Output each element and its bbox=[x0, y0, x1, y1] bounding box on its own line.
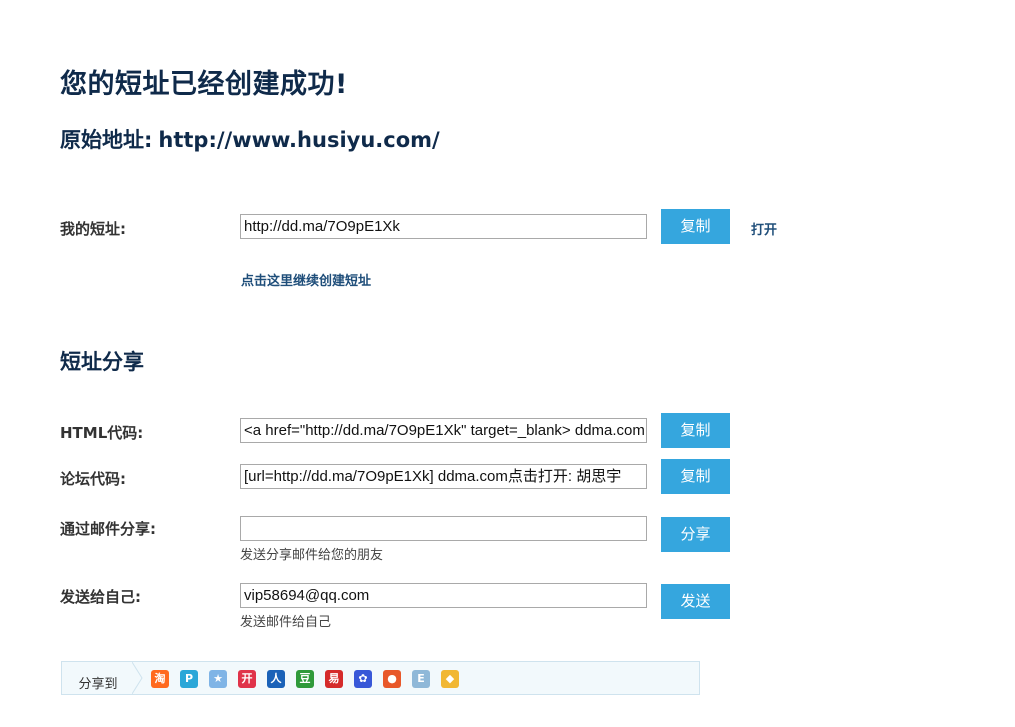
yi-icon[interactable]: 易 bbox=[325, 670, 343, 688]
qzone-icon[interactable]: P bbox=[180, 670, 198, 688]
html-code-input[interactable]: <a href="http://dd.ma/7O9pE1Xk" target=_… bbox=[240, 418, 647, 443]
share-to-label: 分享到 bbox=[78, 677, 118, 692]
open-link[interactable]: 打开 bbox=[751, 219, 777, 238]
page-title: 您的短址已经创建成功! bbox=[60, 69, 348, 100]
share-section-heading: 短址分享 bbox=[60, 350, 144, 374]
my-short-input[interactable]: http://dd.ma/7O9pE1Xk bbox=[240, 214, 647, 239]
share-email-button[interactable]: 分享 bbox=[661, 517, 730, 552]
forum-code-input[interactable]: [url=http://dd.ma/7O9pE1Xk] ddma.com点击打开… bbox=[240, 464, 647, 489]
continue-create-link[interactable]: 点击这里继续创建短址 bbox=[241, 270, 371, 289]
send-self-hint: 发送邮件给自己 bbox=[240, 615, 332, 630]
original-url: http://www.husiyu.com/ bbox=[158, 128, 440, 152]
douban-icon[interactable]: 豆 bbox=[296, 670, 314, 688]
original-address-label: 原始地址: bbox=[60, 128, 153, 152]
forum-code-label: 论坛代码: bbox=[60, 470, 126, 488]
share-icons: 淘 P ★ 开人豆易 ✿ ● E ◆ bbox=[151, 670, 470, 690]
note-icon[interactable]: E bbox=[412, 670, 430, 688]
my-short-label: 我的短址: bbox=[60, 220, 126, 238]
renren-icon[interactable]: 人 bbox=[267, 670, 285, 688]
copy-forum-button[interactable]: 复制 bbox=[661, 459, 730, 494]
send-self-label: 发送给自己: bbox=[60, 588, 141, 606]
baidu-icon[interactable]: ✿ bbox=[354, 670, 372, 688]
bookmark-icon[interactable]: ◆ bbox=[441, 670, 459, 688]
apple-fruit-icon[interactable]: ● bbox=[383, 670, 401, 688]
page: 您的短址已经创建成功! 原始地址: http://www.husiyu.com/ … bbox=[0, 0, 1015, 727]
favorite-star-icon[interactable]: ★ bbox=[209, 670, 227, 688]
send-self-input[interactable]: vip58694@qq.com bbox=[240, 583, 647, 608]
share-bar: 分享到 淘 P ★ 开人豆易 ✿ ● E ◆ bbox=[61, 661, 700, 695]
copy-short-button[interactable]: 复制 bbox=[661, 209, 730, 244]
email-share-label: 通过邮件分享: bbox=[60, 520, 156, 538]
html-code-label: HTML代码: bbox=[60, 424, 144, 442]
original-address: 原始地址: http://www.husiyu.com/ bbox=[60, 124, 440, 154]
kaixin-icon[interactable]: 开 bbox=[238, 670, 256, 688]
email-share-input[interactable] bbox=[240, 516, 647, 541]
email-share-hint: 发送分享邮件给您的朋友 bbox=[240, 548, 384, 563]
taobao-icon[interactable]: 淘 bbox=[151, 670, 169, 688]
send-self-button[interactable]: 发送 bbox=[661, 584, 730, 619]
copy-html-button[interactable]: 复制 bbox=[661, 413, 730, 448]
